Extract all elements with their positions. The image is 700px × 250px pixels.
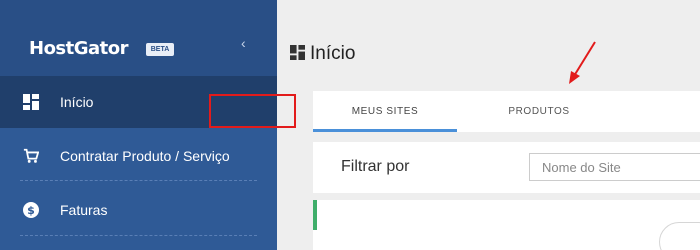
sidebar-item-inicio[interactable]: Início [0,76,277,128]
dollar-circle-icon: $ [23,202,39,218]
main-content: Início MEUS SITES PRODUTOS Filtrar por [277,0,700,250]
sidebar: HostGator BETA ‹ Início Contratar Produt… [0,0,277,250]
svg-text:$: $ [27,204,35,217]
sidebar-divider [20,180,257,181]
sidebar-item-label: Faturas [60,202,108,218]
tab-meus-sites[interactable]: MEUS SITES [313,91,457,132]
page-title: Início [310,43,356,64]
sidebar-divider [20,235,257,236]
cart-icon [23,148,39,164]
tabs-bar: MEUS SITES PRODUTOS [313,91,700,132]
active-tab-indicator [313,129,457,132]
filter-panel: Filtrar por [313,142,700,193]
brand-header: HostGator BETA ‹ [0,0,277,76]
dashboard-icon [290,45,305,60]
card-action-pill[interactable] [659,222,700,250]
chevron-left-icon[interactable]: ‹ [241,35,246,51]
filter-label: Filtrar por [341,158,410,175]
tab-produtos[interactable]: PRODUTOS [498,91,580,132]
dashboard-icon [23,94,39,110]
beta-badge: BETA [146,43,174,56]
site-name-filter-input[interactable] [529,153,700,181]
sidebar-item-faturas[interactable]: $ Faturas [0,184,277,236]
sidebar-item-label: Contratar Produto / Serviço [60,148,230,164]
sidebar-item-label: Início [60,94,94,110]
brand-logo[interactable]: HostGator [29,38,129,59]
sidebar-item-contratar[interactable]: Contratar Produto / Serviço [0,130,277,182]
status-indicator [313,200,317,230]
site-list-card [313,200,700,250]
